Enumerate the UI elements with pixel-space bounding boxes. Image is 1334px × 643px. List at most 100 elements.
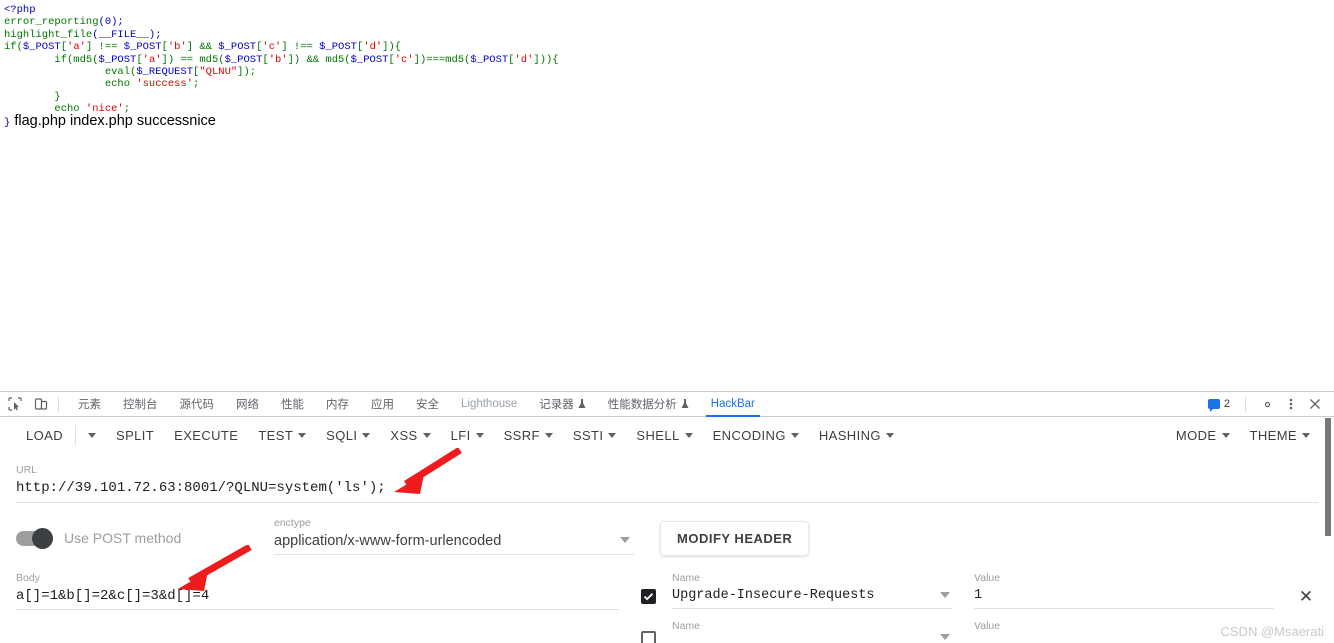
- php-closing-brace: }: [4, 117, 11, 129]
- chevron-down-icon[interactable]: [1221, 432, 1230, 438]
- post-method-label: Use POST method: [64, 530, 182, 546]
- chevron-down-icon[interactable]: [1302, 432, 1310, 438]
- url-field-group: URL http://39.101.72.63:8001/?QLNU=syste…: [16, 463, 1318, 503]
- php-token: $_POST: [98, 53, 137, 66]
- body-label: Body: [16, 572, 40, 584]
- header-name-input[interactable]: Upgrade-Insecure-Requests: [672, 585, 952, 609]
- remove-header-icon[interactable]: ✕: [1294, 587, 1318, 607]
- hackbar-toolbar-button-6[interactable]: SQLI: [316, 422, 380, 449]
- header-value-input[interactable]: 1: [974, 585, 1274, 609]
- hackbar-toolbar-button-1[interactable]: LOAD: [16, 422, 73, 449]
- hackbar-button-label: LOAD: [26, 427, 64, 443]
- enctype-label: enctype: [274, 517, 311, 529]
- php-token: echo: [4, 78, 137, 91]
- php-token: $_POST: [218, 41, 257, 54]
- hackbar-toolbar-button-7[interactable]: XSS: [380, 422, 440, 449]
- php-token: $_POST: [123, 41, 162, 54]
- inspect-element-icon[interactable]: [6, 395, 24, 413]
- tabstrip-right-divider: [1245, 396, 1246, 412]
- devtools-tab-label: HackBar: [710, 398, 755, 410]
- devtools-tab-5[interactable]: 性能: [270, 392, 315, 417]
- devtools-tab-label: 元素: [78, 399, 101, 411]
- screenshot-root: <?php error_reporting(0); highlight_file(_…: [0, 0, 1334, 643]
- hackbar-toolbar-button-12[interactable]: ENCODING: [703, 422, 809, 449]
- hackbar-toolbar-button-4[interactable]: EXECUTE: [164, 422, 248, 449]
- php-token: $_POST: [470, 53, 509, 66]
- chevron-down-icon[interactable]: [940, 634, 950, 640]
- use-post-method-toggle[interactable]: Use POST method: [16, 516, 274, 549]
- modify-header-button[interactable]: MODIFY HEADER: [660, 521, 810, 556]
- hackbar-toolbar-button-13[interactable]: HASHING: [809, 422, 904, 449]
- devtools-tab-1[interactable]: 元素: [67, 392, 112, 417]
- chevron-down-icon[interactable]: [684, 432, 693, 438]
- chevron-down-icon[interactable]: [620, 537, 630, 543]
- hackbar-toolbar-button-9[interactable]: SSRF: [494, 422, 563, 449]
- hackbar-toolbar-button-3[interactable]: SPLIT: [106, 422, 164, 449]
- chevron-down-icon[interactable]: [885, 432, 894, 438]
- chevron-down-icon[interactable]: [790, 432, 799, 438]
- devtools-tab-label: 性能: [281, 399, 304, 411]
- hackbar-toolbar-button-8[interactable]: LFI: [441, 422, 494, 449]
- hackbar-mode-button-2[interactable]: THEME: [1240, 422, 1321, 449]
- hackbar-toolbar-button-2[interactable]: [78, 427, 106, 444]
- devtools-tab-2[interactable]: 控制台: [112, 392, 169, 417]
- php-token: eval(: [4, 65, 137, 78]
- more-options-icon[interactable]: [1280, 393, 1302, 415]
- close-devtools-icon[interactable]: [1304, 393, 1326, 415]
- devtools-tab-10[interactable]: 记录器: [528, 392, 597, 417]
- chevron-down-icon[interactable]: [88, 432, 97, 438]
- hackbar-toolbar-button-11[interactable]: SHELL: [626, 422, 702, 449]
- hackbar-scrollbar[interactable]: [1323, 418, 1332, 643]
- devtools-tab-3[interactable]: 源代码: [169, 392, 226, 417]
- url-input[interactable]: http://39.101.72.63:8001/?QLNU=system('l…: [16, 477, 1318, 503]
- devtools-tab-label: 控制台: [123, 399, 158, 411]
- devtools-tab-7[interactable]: 应用: [360, 392, 405, 417]
- body-field-group: Body a[]=1&b[]=2&c[]=3&d[]=4: [16, 571, 619, 610]
- devtools-tabstrip-right: 2: [1204, 393, 1334, 415]
- php-token: "QLNU": [199, 65, 238, 78]
- device-toolbar-icon[interactable]: [32, 395, 50, 413]
- devtools-tab-11[interactable]: 性能数据分析: [597, 392, 700, 417]
- chevron-down-icon[interactable]: [940, 592, 950, 598]
- hackbar-toolbar-right: MODE THEME: [1166, 422, 1320, 449]
- header-name-group: Name: [672, 619, 952, 643]
- post-method-switch[interactable]: [16, 527, 53, 549]
- devtools-tab-6[interactable]: 内存: [315, 392, 360, 417]
- checkmark-icon: [643, 593, 654, 601]
- hackbar-toolbar-button-10[interactable]: SSTI: [563, 422, 627, 449]
- php-token: $_POST: [319, 41, 357, 54]
- php-token: (__FILE__);: [92, 28, 162, 41]
- headers-list: Name Upgrade-Insecure-Requests Value 1 ✕ Name…: [641, 571, 1318, 643]
- php-token: $_POST: [22, 41, 61, 54]
- header-enabled-checkbox[interactable]: [641, 589, 656, 604]
- settings-gear-icon[interactable]: [1256, 393, 1278, 415]
- chevron-down-icon[interactable]: [298, 432, 307, 438]
- php-output-text: flag.php index.php successnice: [14, 113, 216, 129]
- header-name-input[interactable]: [672, 633, 952, 643]
- devtools-tab-9[interactable]: Lighthouse: [450, 392, 528, 417]
- header-value-label: Value: [974, 572, 1001, 584]
- php-token: 'a': [67, 41, 86, 54]
- php-source-line: echo 'success';: [4, 78, 1334, 90]
- enctype-select[interactable]: application/x-www-form-urlencoded: [274, 530, 634, 555]
- devtools-tab-label: 源代码: [179, 399, 215, 411]
- body-input[interactable]: a[]=1&b[]=2&c[]=3&d[]=4: [16, 585, 619, 610]
- devtools-tab-12[interactable]: HackBar: [700, 392, 766, 417]
- devtools-tab-4[interactable]: 网络: [225, 392, 270, 417]
- chevron-down-icon[interactable]: [362, 432, 371, 438]
- devtools-tab-8[interactable]: 安全: [405, 392, 450, 417]
- hackbar-mode-button-1[interactable]: MODE: [1166, 422, 1240, 449]
- header-enabled-checkbox[interactable]: [641, 631, 656, 643]
- php-token: 'a': [142, 53, 162, 66]
- header-name-group: Name Upgrade-Insecure-Requests: [672, 571, 952, 609]
- chevron-down-icon[interactable]: [422, 432, 431, 438]
- php-source-line: error_reporting(0);: [4, 16, 1334, 28]
- message-count-badge[interactable]: 2: [1204, 397, 1235, 412]
- hackbar-button-label: SQLI: [326, 427, 358, 443]
- hackbar-toolbar-button-5[interactable]: TEST: [248, 422, 316, 449]
- scrollbar-thumb[interactable]: [1325, 418, 1331, 536]
- chevron-down-icon[interactable]: [475, 432, 484, 438]
- experiment-flask-icon: [578, 399, 586, 408]
- chevron-down-icon[interactable]: [544, 432, 553, 438]
- chevron-down-icon[interactable]: [608, 432, 617, 438]
